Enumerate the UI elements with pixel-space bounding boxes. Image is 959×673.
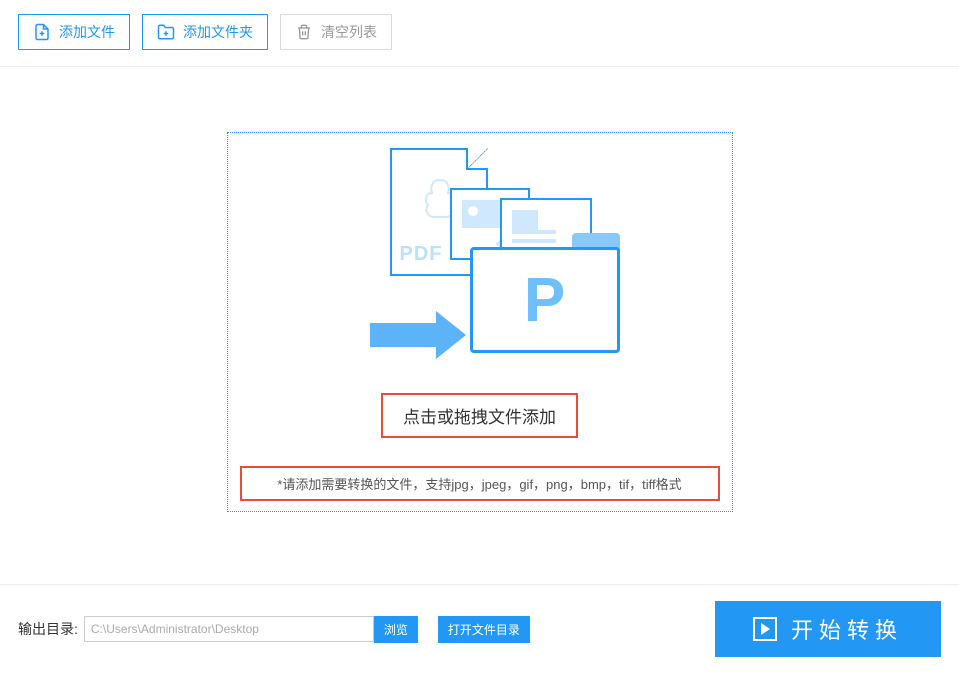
arrow-icon — [370, 323, 438, 347]
divider — [0, 66, 959, 67]
start-convert-button[interactable]: 开始转换 — [715, 601, 941, 657]
trash-icon — [295, 23, 313, 41]
play-icon — [753, 617, 777, 641]
output-path-input[interactable] — [84, 616, 374, 642]
pdf-text: PDF — [400, 243, 443, 266]
drop-label: 点击或拖拽文件添加 — [381, 393, 578, 438]
output-label: 输出目录: — [18, 619, 78, 639]
add-file-icon — [33, 23, 51, 41]
drop-zone[interactable]: PDF P 点击或拖拽文件添加 *请添加需要转换的文件，支持jpg，jpeg，g… — [227, 132, 733, 512]
toolbar: 添加文件 添加文件夹 清空列表 — [0, 0, 959, 64]
add-folder-icon — [157, 23, 175, 41]
open-dir-button[interactable]: 打开文件目录 — [438, 616, 530, 643]
clear-list-button[interactable]: 清空列表 — [280, 14, 392, 50]
folder-icon: P — [470, 233, 620, 353]
drop-hint: *请添加需要转换的文件，支持jpg，jpeg，gif，png，bmp，tif，t… — [240, 466, 720, 501]
footer-bar: 输出目录: 浏览 打开文件目录 开始转换 — [0, 584, 959, 673]
add-folder-button[interactable]: 添加文件夹 — [142, 14, 268, 50]
browse-button[interactable]: 浏览 — [374, 616, 418, 643]
add-file-button[interactable]: 添加文件 — [18, 14, 130, 50]
add-file-label: 添加文件 — [59, 22, 115, 42]
add-folder-label: 添加文件夹 — [183, 22, 253, 42]
illustration: PDF P — [340, 143, 620, 373]
clear-list-label: 清空列表 — [321, 22, 377, 42]
start-label: 开始转换 — [791, 613, 903, 645]
